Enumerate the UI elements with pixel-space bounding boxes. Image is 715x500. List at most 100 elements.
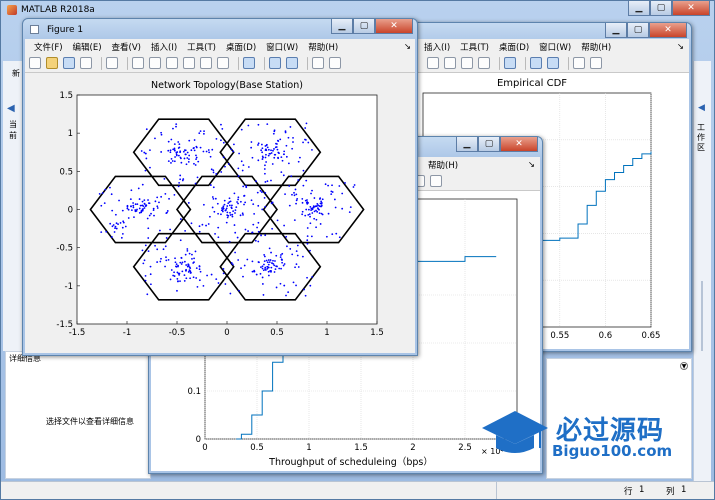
colorbar-icon[interactable] (269, 57, 281, 69)
user-point (147, 250, 150, 252)
menu-help[interactable]: 帮助(H) (576, 41, 616, 53)
menu-window[interactable]: 窗口(W) (534, 41, 576, 53)
maximize-button[interactable]: ▢ (478, 137, 500, 152)
menu-help[interactable]: 帮助(H) (303, 41, 343, 53)
maximize-button[interactable]: ▢ (353, 19, 375, 34)
minimize-button[interactable]: ▁ (605, 23, 627, 38)
user-point (237, 198, 239, 201)
show-plot-tools-icon[interactable] (430, 175, 442, 187)
maximize-button[interactable]: ▢ (650, 1, 672, 16)
menu-dock-arrow-icon[interactable]: ↘ (523, 160, 540, 170)
zoom-out-icon[interactable] (149, 57, 161, 69)
menu-file[interactable]: 文件(F) (29, 41, 68, 53)
y-tick-label: 0.1 (187, 387, 201, 397)
user-point (188, 252, 191, 255)
user-point (283, 284, 286, 287)
minimize-button[interactable]: ▁ (456, 137, 478, 152)
brush-icon[interactable] (217, 57, 229, 69)
user-point (136, 203, 139, 206)
zoom-in-icon[interactable] (132, 57, 144, 69)
user-point (302, 141, 304, 144)
user-point (325, 235, 328, 238)
close-button[interactable]: ✕ (672, 1, 710, 16)
maximize-button[interactable]: ▢ (627, 23, 649, 38)
minimize-button[interactable]: ▁ (331, 19, 353, 34)
show-plot-tools-icon[interactable] (329, 57, 341, 69)
rotate-icon[interactable] (444, 57, 456, 69)
x-tick-label: 0 (224, 328, 229, 338)
user-point (271, 163, 274, 165)
user-point (319, 223, 322, 225)
pan-icon[interactable] (166, 57, 178, 69)
legend-icon[interactable] (547, 57, 559, 69)
user-point (104, 188, 107, 191)
user-point (148, 202, 151, 205)
user-point (111, 209, 114, 212)
rotate-icon[interactable] (183, 57, 195, 69)
user-point (233, 224, 236, 226)
legend-icon[interactable] (286, 57, 298, 69)
hide-plot-tools-icon[interactable] (312, 57, 324, 69)
user-point (318, 208, 320, 211)
new-figure-icon[interactable] (29, 57, 41, 69)
brush-icon[interactable] (478, 57, 490, 69)
user-point (242, 185, 245, 188)
open-file-icon[interactable] (46, 57, 58, 69)
menu-view[interactable]: 查看(V) (107, 41, 146, 53)
user-point (229, 200, 232, 203)
show-plot-tools-icon[interactable] (590, 57, 602, 69)
user-point (287, 291, 290, 294)
user-point (139, 204, 142, 207)
menu-tools[interactable]: 工具(T) (182, 41, 221, 53)
user-point (224, 209, 227, 212)
user-point (270, 179, 272, 182)
back-arrow-icon[interactable]: ◀ (7, 103, 15, 114)
menu-edit[interactable]: 编辑(E) (68, 41, 107, 53)
menu-window[interactable]: 窗口(W) (261, 41, 303, 53)
menu-dock-arrow-icon[interactable]: ↘ (399, 42, 415, 52)
pan-icon[interactable] (427, 57, 439, 69)
figure1-canvas: Network Topology(Base Station) -1.5 -1 -0.… (25, 73, 415, 353)
menu-dock-arrow-icon[interactable]: ↘ (672, 42, 689, 52)
user-point (171, 160, 174, 162)
status-col-label: 列 (666, 487, 675, 497)
user-point (285, 155, 288, 158)
workspace-tab[interactable]: 工作区 (697, 123, 709, 153)
close-button[interactable]: ✕ (649, 23, 687, 38)
menu-help[interactable]: 帮助(H) (423, 159, 463, 171)
user-point (156, 261, 159, 263)
close-button[interactable]: ✕ (375, 19, 413, 34)
hide-plot-tools-icon[interactable] (573, 57, 585, 69)
menu-desktop[interactable]: 桌面(D) (494, 41, 534, 53)
close-button[interactable]: ✕ (500, 137, 538, 152)
user-point (232, 210, 235, 213)
edit-plot-arrow-icon[interactable] (106, 57, 118, 69)
user-point (293, 191, 295, 194)
link-plot-icon[interactable] (504, 57, 516, 69)
colorbar-icon[interactable] (530, 57, 542, 69)
datatip-icon[interactable] (200, 57, 212, 69)
user-point (132, 204, 135, 207)
save-icon[interactable] (63, 57, 75, 69)
print-icon[interactable] (80, 57, 92, 69)
user-point (138, 198, 141, 200)
user-point (281, 261, 284, 264)
menu-desktop[interactable]: 桌面(D) (221, 41, 261, 53)
datatip-icon[interactable] (461, 57, 473, 69)
menu-tools[interactable]: 工具(T) (455, 41, 494, 53)
link-plot-icon[interactable] (243, 57, 255, 69)
user-point (185, 163, 188, 166)
user-point (264, 181, 267, 183)
user-point (311, 208, 314, 211)
minimize-button[interactable]: ▁ (628, 1, 650, 16)
user-point (321, 213, 324, 216)
user-point (159, 260, 162, 263)
user-point (276, 139, 279, 142)
collapse-arrow-icon[interactable]: ◀ (698, 103, 705, 113)
expand-circle-icon[interactable]: ▼ (680, 362, 688, 370)
menu-insert[interactable]: 插入(I) (146, 41, 182, 53)
user-point (257, 123, 260, 126)
menu-insert[interactable]: 插入(I) (419, 41, 455, 53)
user-point (241, 169, 244, 172)
user-point (261, 265, 264, 268)
